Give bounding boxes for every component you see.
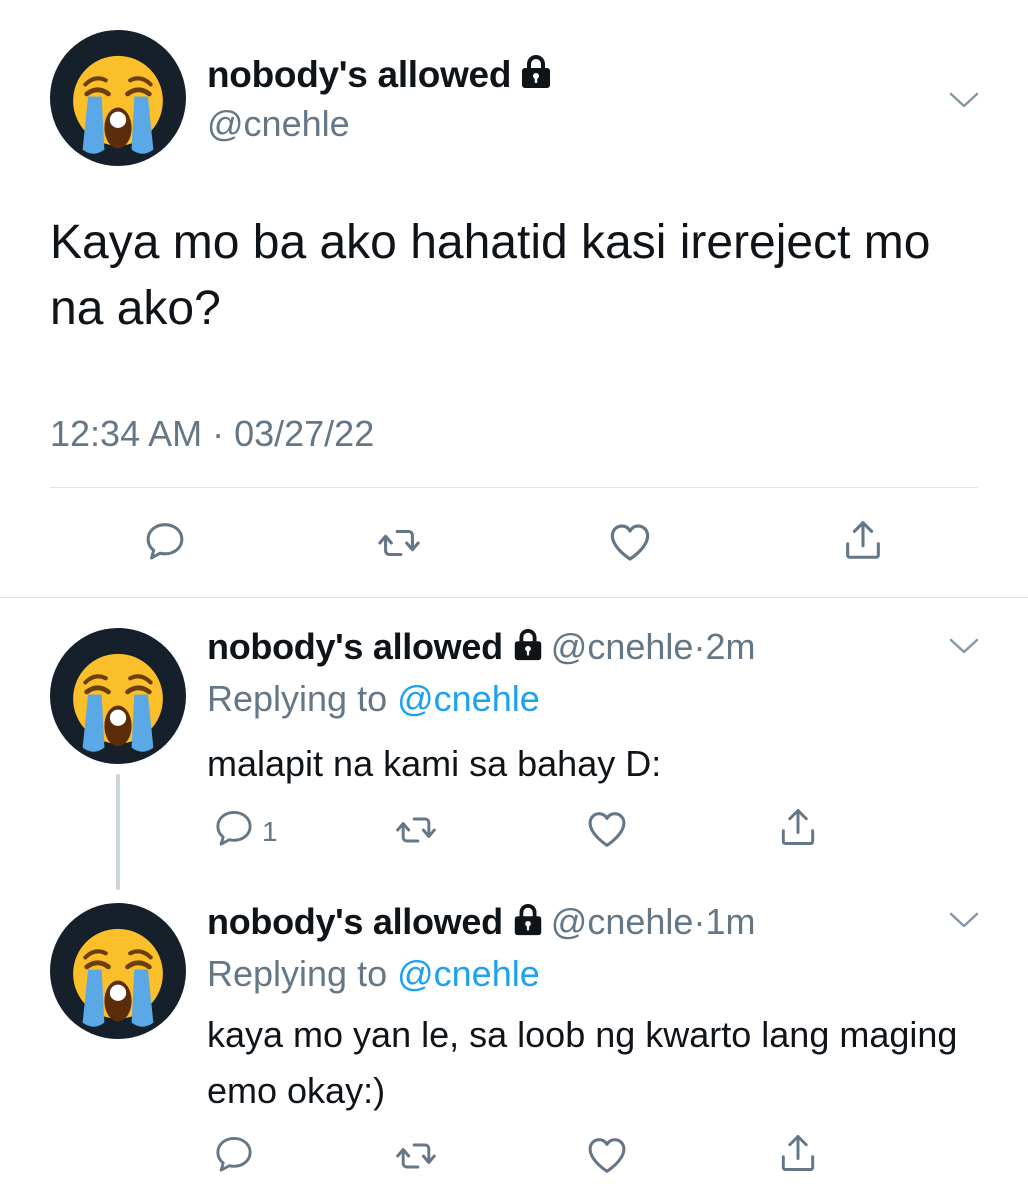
reply-avatar[interactable] — [50, 903, 186, 1039]
crying-face-icon — [73, 653, 163, 752]
crying-face-icon — [73, 928, 163, 1027]
main-display-name[interactable]: nobody's allowed — [207, 54, 553, 96]
reply-button[interactable]: 1 — [212, 806, 278, 850]
separator-dot: · — [693, 901, 706, 942]
reply-header: nobody's allowed @cnehle·2m — [207, 626, 755, 668]
share-button[interactable] — [840, 516, 886, 564]
share-button[interactable] — [776, 804, 820, 850]
main-handle[interactable]: @cnehle — [207, 103, 350, 145]
heart-icon — [610, 524, 650, 561]
share-icon — [781, 809, 815, 845]
reply-text: malapit na kami sa bahay D: — [207, 743, 662, 784]
like-button[interactable] — [584, 1132, 630, 1178]
heart-icon — [588, 1138, 626, 1173]
main-avatar[interactable] — [50, 30, 186, 166]
reply-button[interactable] — [142, 518, 188, 564]
retweet-icon — [378, 529, 420, 557]
replying-to: Replying to @cnehle — [207, 953, 540, 994]
reply-display-name[interactable]: nobody's allowed — [207, 901, 503, 942]
chevron-down-icon[interactable] — [948, 636, 980, 656]
reply-handle[interactable]: @cnehle — [551, 901, 694, 942]
reply-handle[interactable]: @cnehle — [551, 626, 694, 667]
reply-display-name[interactable]: nobody's allowed — [207, 626, 503, 667]
retweet-button[interactable] — [394, 1134, 438, 1178]
section-divider — [0, 597, 1028, 598]
like-button[interactable] — [584, 806, 630, 852]
reply-button[interactable] — [212, 1132, 256, 1176]
separator-dot: · — [693, 626, 706, 667]
mention-link[interactable]: @cnehle — [397, 953, 540, 994]
reply-avatar[interactable] — [50, 628, 186, 764]
lock-icon — [514, 903, 542, 936]
divider — [50, 487, 978, 488]
tweet-timestamp[interactable]: 12:34 AM · 03/27/22 — [50, 413, 374, 455]
reply-header: nobody's allowed @cnehle·1m — [207, 901, 755, 943]
share-button[interactable] — [776, 1130, 820, 1176]
retweet-button[interactable] — [394, 808, 438, 852]
share-icon — [781, 1135, 815, 1171]
lock-icon — [514, 628, 542, 661]
reply-time[interactable]: 2m — [705, 626, 755, 667]
reply-icon — [146, 523, 184, 560]
retweet-icon — [396, 817, 436, 843]
retweet-button[interactable] — [376, 520, 422, 566]
chevron-down-icon[interactable] — [948, 910, 980, 930]
chevron-down-icon[interactable] — [948, 90, 980, 110]
reply-icon — [216, 810, 252, 846]
mention-link[interactable]: @cnehle — [397, 678, 540, 719]
crying-face-icon — [73, 55, 163, 154]
replying-to: Replying to @cnehle — [207, 678, 540, 719]
heart-icon — [588, 812, 626, 847]
tweet-text: Kaya mo ba ako hahatid kasi irereject mo… — [50, 216, 931, 335]
reply-icon — [216, 1136, 252, 1172]
reply-text: kaya mo yan le, sa loob ng kwarto lang m… — [207, 1014, 958, 1111]
like-button[interactable] — [606, 518, 654, 566]
reply-time[interactable]: 1m — [705, 901, 755, 942]
retweet-icon — [396, 1143, 436, 1169]
share-icon — [846, 521, 880, 559]
lock-icon — [522, 55, 551, 88]
thread-line — [116, 774, 120, 890]
reply-count: 1 — [262, 816, 278, 847]
